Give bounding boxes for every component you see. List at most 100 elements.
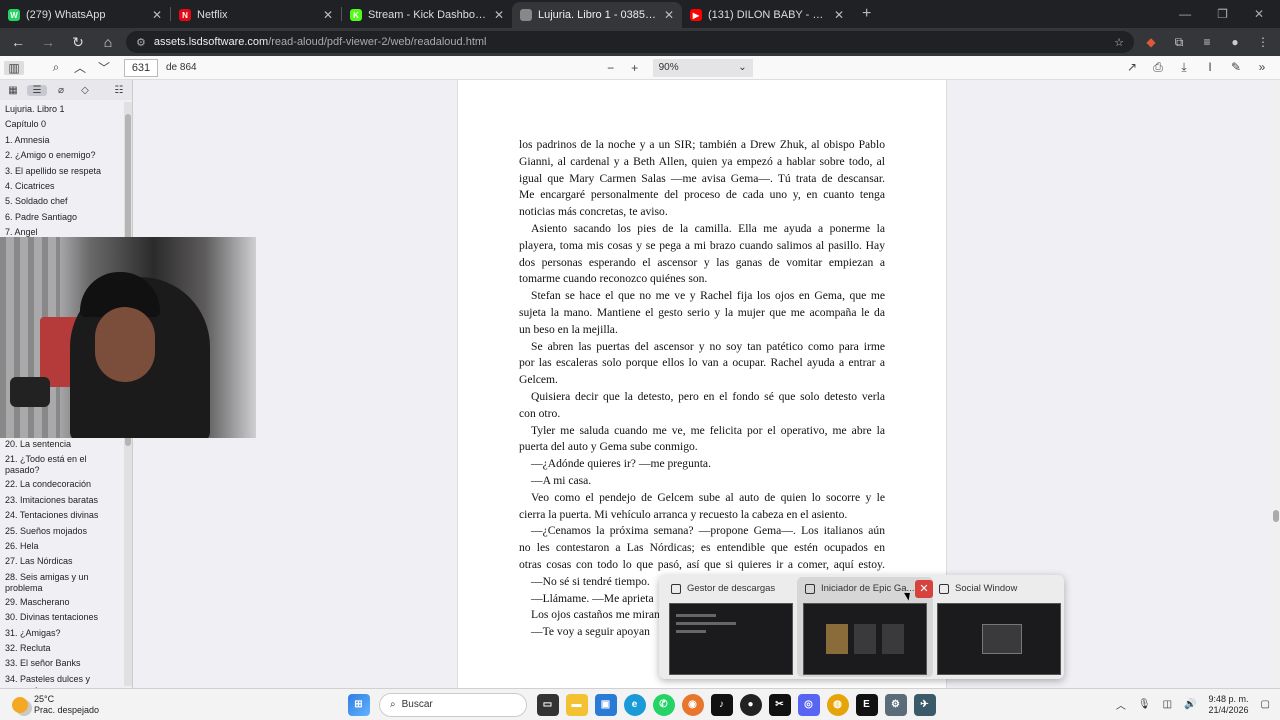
home-icon[interactable]: ⌂	[96, 34, 120, 50]
browser-tab[interactable]: Lujuria. Libro 1 - 038593e1-e58 ✕	[512, 2, 682, 28]
network-icon[interactable]: ◫	[1163, 699, 1172, 710]
outline-item[interactable]: 26. Hela	[5, 541, 123, 552]
browser-menu-icon[interactable]: ⋮	[1252, 35, 1274, 49]
outline-item[interactable]: Lujuria. Libro 1	[5, 104, 123, 115]
save-icon[interactable]: ⤓	[1174, 60, 1194, 75]
file-explorer-icon[interactable]: ▬	[565, 693, 588, 716]
browser-tab[interactable]: N Netflix ✕	[171, 2, 341, 28]
whatsapp-icon[interactable]: ✆	[652, 693, 675, 716]
outline-item[interactable]: 1. Amnesia	[5, 135, 123, 146]
notifications-icon[interactable]: ▢	[1261, 699, 1270, 710]
tab-close-icon[interactable]: ✕	[323, 8, 333, 22]
outline-item[interactable]: 4. Cicatrices	[5, 181, 123, 192]
capcut-icon[interactable]: ✂	[768, 693, 791, 716]
browser-tab[interactable]: W (279) WhatsApp ✕	[0, 2, 170, 28]
weather-widget[interactable]: 25°C Prac. despejado	[0, 694, 330, 716]
tab-close-icon[interactable]: ✕	[152, 8, 162, 22]
extension-icon[interactable]: ◆	[1140, 35, 1162, 49]
store-icon[interactable]: ▣	[594, 693, 617, 716]
text-tool-icon[interactable]: I	[1200, 60, 1220, 75]
chevron-up-icon[interactable]: ︿	[1116, 697, 1126, 712]
media-control-icon[interactable]: ≡	[1196, 35, 1218, 49]
reload-icon[interactable]: ↻	[66, 34, 90, 51]
outline-item[interactable]: 27. Las Nórdicas	[5, 556, 123, 567]
window-thumbnail[interactable]: Social Window	[931, 577, 1067, 677]
chrome-icon[interactable]: ◍	[826, 693, 849, 716]
window-thumbnail[interactable]: Gestor de descargas	[663, 577, 799, 677]
open-icon[interactable]: ↗	[1122, 60, 1142, 75]
address-bar[interactable]: ⚙ assets.lsdsoftware.com/read-aloud/pdf-…	[126, 31, 1134, 53]
obs-icon[interactable]: ●	[739, 693, 762, 716]
browser-tab[interactable]: ▶ (131) DILON BABY - FLOW DE 3 ✕	[682, 2, 852, 28]
site-info-icon[interactable]: ⚙	[136, 36, 146, 49]
outline-item[interactable]: 20. La sentencia	[5, 439, 123, 450]
epic-games-icon[interactable]: E	[855, 693, 878, 716]
discord-icon[interactable]: ◎	[797, 693, 820, 716]
task-view-icon[interactable]: ▭	[536, 693, 559, 716]
minimize-icon[interactable]: —	[1179, 7, 1191, 21]
attachments-icon[interactable]: ⌀	[51, 85, 71, 96]
print-icon[interactable]: ⎙	[1148, 60, 1168, 75]
window-thumbnail[interactable]: Iniciador de Epic Ga... ✕	[797, 577, 933, 677]
outline-item[interactable]: 24. Tentaciones divinas	[5, 510, 123, 521]
app-window-icon	[805, 583, 815, 594]
maximize-icon[interactable]: ❐	[1217, 7, 1228, 21]
tab-close-icon[interactable]: ✕	[494, 8, 504, 22]
volume-icon[interactable]: 🔊	[1184, 699, 1196, 710]
close-window-icon[interactable]: ✕	[1254, 7, 1264, 21]
edge-icon[interactable]: e	[623, 693, 646, 716]
outline-item[interactable]: 31. ¿Amigas?	[5, 628, 123, 639]
zoom-in-icon[interactable]: +	[625, 61, 645, 75]
outline-item[interactable]: 25. Sueños mojados	[5, 526, 123, 537]
settings-gear-icon[interactable]: ⚙	[884, 693, 907, 716]
outline-item[interactable]: 5. Soldado chef	[5, 196, 123, 207]
outline-item[interactable]: 28. Seis amigas y un problema	[5, 572, 123, 594]
thumbnail-title: Gestor de descargas	[687, 583, 776, 594]
outline-item[interactable]: 30. Divinas tentaciones	[5, 612, 123, 623]
app-window-icon	[671, 583, 681, 594]
next-page-icon[interactable]: ﹀	[94, 59, 114, 76]
microphone-icon[interactable]: 🎙	[1138, 699, 1151, 710]
previous-page-icon[interactable]: ︿	[70, 59, 90, 76]
firefox-icon[interactable]: ◉	[681, 693, 704, 716]
outline-item[interactable]: 21. ¿Todo está en el pasado?	[5, 454, 123, 476]
search-icon: ⌕	[390, 699, 396, 710]
outline-item[interactable]: 33. El señor Banks	[5, 658, 123, 669]
find-icon[interactable]: ⌕	[46, 60, 66, 75]
pin-app-icon[interactable]: ✈	[913, 693, 936, 716]
expand-outline-icon[interactable]: ☷	[109, 85, 129, 96]
browser-tab[interactable]: K Stream - Kick Dashboard ✕	[342, 2, 512, 28]
outline-item[interactable]: 23. Imitaciones baratas	[5, 495, 123, 506]
outline-icon[interactable]: ☰	[27, 84, 47, 96]
outline-item[interactable]: Capítulo 0	[5, 119, 123, 130]
taskbar-search[interactable]: ⌕ Buscar	[379, 692, 527, 717]
windows-start-icon[interactable]: ⊞	[347, 693, 370, 716]
thumbnail-label: Social Window	[939, 583, 1049, 594]
tab-close-icon[interactable]: ✕	[834, 8, 844, 22]
outline-item[interactable]: 6. Padre Santiago	[5, 212, 123, 223]
viewer-scrollbar[interactable]	[1272, 80, 1280, 688]
tiktok-icon[interactable]: ♪	[710, 693, 733, 716]
profile-avatar-icon[interactable]: ●	[1224, 35, 1246, 49]
forward-icon[interactable]: →	[36, 34, 60, 50]
tab-close-icon[interactable]: ✕	[664, 8, 674, 22]
new-tab-icon[interactable]: +	[852, 5, 881, 23]
outline-item[interactable]: 2. ¿Amigo o enemigo?	[5, 150, 123, 161]
draw-tool-icon[interactable]: ✎	[1226, 60, 1246, 75]
outline-item[interactable]: 29. Mascherano	[5, 597, 123, 608]
layers-icon[interactable]: ◇	[75, 85, 95, 96]
zoom-out-icon[interactable]: −	[601, 61, 621, 75]
outline-item[interactable]: 3. El apellido se respeta	[5, 166, 123, 177]
zoom-select[interactable]: 90% ⌄	[652, 58, 753, 77]
page-number-input[interactable]: 631	[124, 58, 158, 77]
outline-item[interactable]: 22. La condecoración	[5, 479, 123, 490]
bookmark-star-icon[interactable]: ☆	[1114, 36, 1124, 49]
outline-item[interactable]: 32. Recluta	[5, 643, 123, 654]
thumbnails-icon[interactable]: ▦	[3, 85, 23, 96]
clock[interactable]: 9:48 p. m. 21/4/2026	[1209, 694, 1249, 716]
page-text-line: —A mi casa.	[531, 474, 592, 487]
back-icon[interactable]: ←	[6, 34, 30, 50]
extensions-puzzle-icon[interactable]: ⧉	[1168, 35, 1190, 50]
more-tools-icon[interactable]: »	[1252, 60, 1272, 75]
toggle-sidebar-icon[interactable]: ▥	[4, 60, 24, 75]
